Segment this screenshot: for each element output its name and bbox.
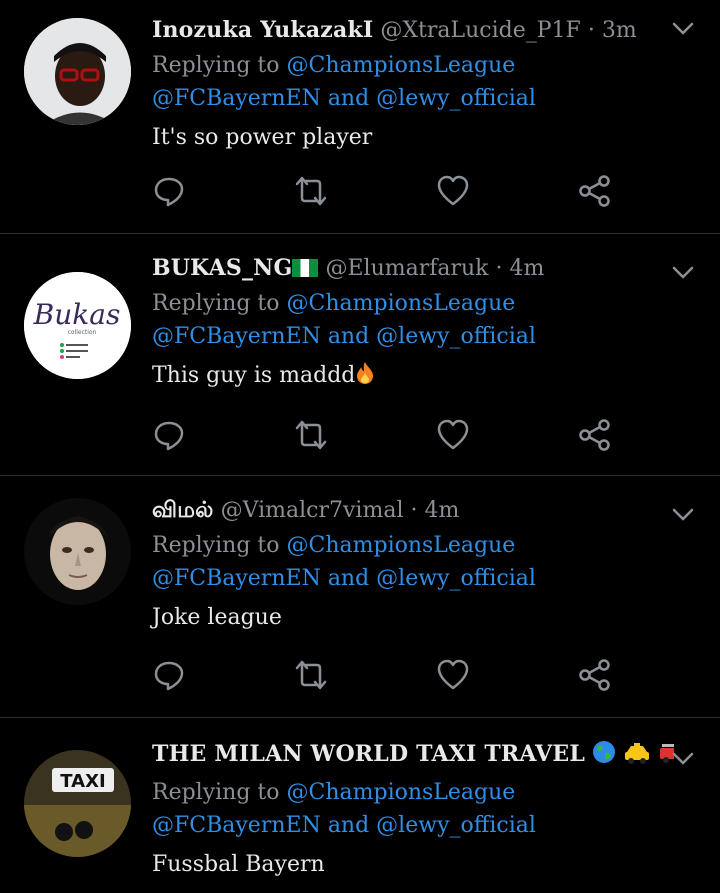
share-icon[interactable] xyxy=(578,658,618,698)
reply-icon[interactable] xyxy=(152,658,192,698)
reply-context: Replying to @ChampionsLeague @FCBayernEN… xyxy=(152,529,660,595)
like-icon[interactable] xyxy=(436,658,476,698)
tweet[interactable]: விமல் @Vimalcr7vimal · 4m Replying to @C… xyxy=(0,476,720,718)
reply-icon[interactable] xyxy=(152,174,192,214)
avatar-taxi-sign: TAXI xyxy=(60,771,105,792)
tweet-text-content: This guy is maddd xyxy=(152,363,356,388)
tweet-text: Fussbal Bayern xyxy=(152,852,325,877)
retweet-icon[interactable] xyxy=(294,418,334,458)
reply-context: Replying to @ChampionsLeague @FCBayernEN… xyxy=(152,287,660,353)
globe-emoji-icon xyxy=(592,740,616,776)
share-icon[interactable] xyxy=(578,418,618,458)
tweet-header: Inozuka YukazakI @XtraLucide_P1F · 3m xyxy=(152,12,660,49)
reply-prefix: Replying to xyxy=(152,53,280,78)
chevron-down-icon[interactable] xyxy=(672,752,694,766)
display-name[interactable]: Inozuka YukazakI xyxy=(152,17,373,43)
display-name[interactable]: THE MILAN WORLD TAXI TRAVEL xyxy=(152,741,585,767)
retweet-icon[interactable] xyxy=(294,658,334,698)
timestamp[interactable]: 4m xyxy=(510,256,545,281)
reply-prefix: Replying to xyxy=(152,291,280,316)
avatar[interactable] xyxy=(24,18,131,125)
fire-emoji-icon xyxy=(355,361,375,395)
tweet-header: BUKAS_NG @Elumarfaruk · 4m xyxy=(152,250,660,287)
reply-prefix: Replying to xyxy=(152,533,280,558)
user-handle[interactable]: @Elumarfaruk xyxy=(325,256,488,281)
separator-dot: · xyxy=(410,498,418,523)
timestamp[interactable]: 3m xyxy=(602,18,637,43)
separator-dot: · xyxy=(495,256,503,281)
avatar[interactable]: Bukas collection xyxy=(24,272,131,379)
avatar-logo-text: Bukas xyxy=(33,298,121,331)
chevron-down-icon[interactable] xyxy=(672,508,694,522)
tweet-text: Joke league xyxy=(152,605,282,630)
reply-prefix: Replying to xyxy=(152,780,280,805)
like-icon[interactable] xyxy=(436,174,476,214)
tweet-header: THE MILAN WORLD TAXI TRAVEL ...· 6m xyxy=(152,736,674,776)
avatar-logo-subtext: collection xyxy=(68,329,97,336)
retweet-icon[interactable] xyxy=(294,174,334,214)
nigeria-flag-icon xyxy=(292,259,319,277)
timestamp[interactable]: 4m xyxy=(424,498,459,523)
user-handle[interactable]: @Vimalcr7vimal xyxy=(221,498,404,523)
reply-context: Replying to @ChampionsLeague @FCBayernEN… xyxy=(152,776,674,842)
display-name[interactable]: விமல் xyxy=(152,497,214,523)
avatar[interactable]: TAXI xyxy=(24,750,131,857)
reply-context: Replying to @ChampionsLeague @FCBayernEN… xyxy=(152,49,660,115)
user-handle[interactable]: @XtraLucide_P1F xyxy=(380,18,580,43)
tweet[interactable]: Bukas collection BUKAS_NG @Elumarfaruk ·… xyxy=(0,234,720,476)
taxi-emoji-icon xyxy=(623,740,651,776)
display-name[interactable]: BUKAS_NG xyxy=(152,255,292,281)
chevron-down-icon[interactable] xyxy=(672,22,694,36)
tweet-text: This guy is maddd xyxy=(152,359,660,395)
separator-dot: · xyxy=(587,18,595,43)
tweet-header: விமல் @Vimalcr7vimal · 4m xyxy=(152,492,660,529)
tweet[interactable]: Inozuka YukazakI @XtraLucide_P1F · 3m Re… xyxy=(0,0,720,234)
like-icon[interactable] xyxy=(436,418,476,458)
chevron-down-icon[interactable] xyxy=(672,266,694,280)
reply-icon[interactable] xyxy=(152,418,192,458)
tweet[interactable]: TAXI THE MILAN WORLD TAXI TRAVEL ...· 6m… xyxy=(0,718,720,893)
avatar[interactable] xyxy=(24,498,131,605)
share-icon[interactable] xyxy=(578,174,618,214)
tweet-text: It's so power player xyxy=(152,125,373,150)
